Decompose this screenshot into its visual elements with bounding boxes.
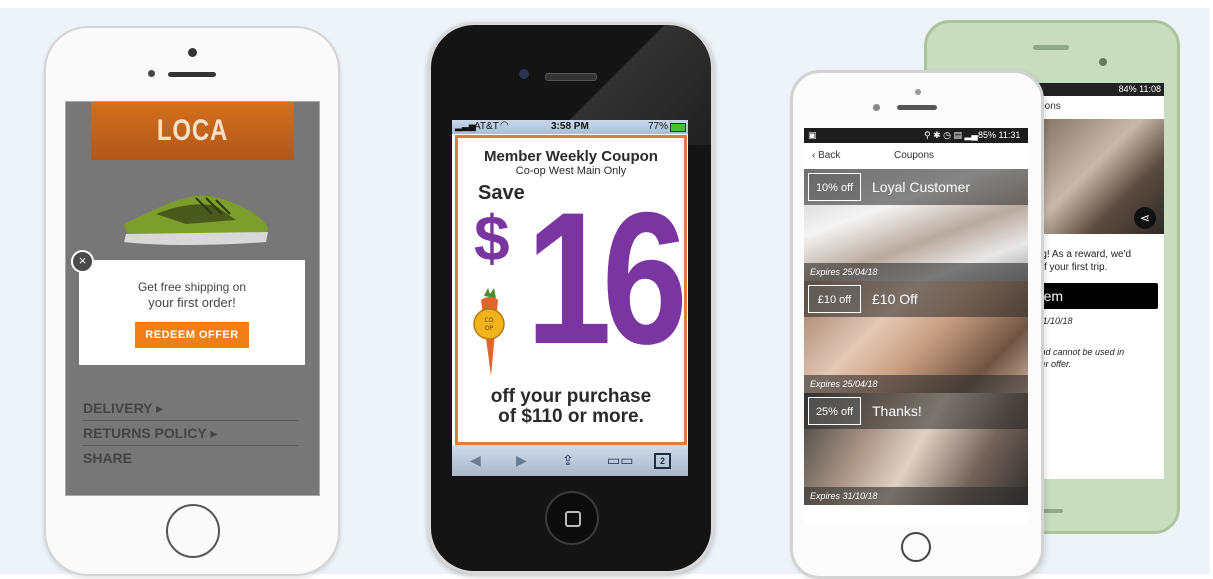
proximity-sensor — [148, 70, 155, 77]
status-bar: ▣ ⚲ ✱ ◷ ▤ ▂▄ 85% 11:31 — [804, 128, 1028, 143]
coupon-title: Member Weekly Coupon — [484, 148, 658, 165]
close-icon[interactable]: × — [71, 250, 94, 273]
phone-1-screen: LOCA Get free shipping on your first ord… — [65, 101, 320, 496]
carrier-label: AT&T — [474, 121, 499, 132]
nav-title: oupons — [1028, 101, 1061, 112]
store-brand-header: LOCA — [91, 102, 294, 160]
coupon-expiry: Expires 31/10/18 — [810, 491, 878, 501]
share-icon[interactable]: ⇪ — [562, 452, 574, 469]
redeem-button[interactable]: deem — [1028, 283, 1158, 309]
coupons-nav-bar: ‹ Back Coupons — [804, 143, 1028, 169]
home-button-square-icon — [565, 511, 581, 527]
member-coupon-card: Member Weekly Coupon Co-op West Main Onl… — [455, 135, 688, 445]
currency-symbol: $ — [474, 202, 510, 274]
battery-percent: 77% — [648, 121, 669, 132]
battery-icon — [670, 123, 686, 132]
menu-item-share[interactable]: SHARE — [83, 446, 299, 470]
wifi-icon: ◠ — [500, 120, 509, 131]
bookmarks-icon[interactable]: ▭▭ — [607, 452, 633, 469]
coupon-expiry: Expires 25/04/18 — [810, 267, 878, 277]
status-battery-time: 85% 11:31 — [978, 130, 1021, 140]
home-button[interactable] — [901, 532, 931, 562]
popup-text-line-2: your first order! — [148, 295, 236, 310]
proximity-sensor — [873, 104, 880, 111]
coupon-title: £10 Off — [872, 291, 918, 307]
forward-arrow-icon[interactable]: ▶ — [516, 452, 527, 469]
coupon-card[interactable]: 10% off Loyal Customer Expires 25/04/18 — [804, 169, 1028, 281]
phone-1-white-iphone: LOCA Get free shipping on your first ord… — [44, 26, 340, 576]
coupon-badge: £10 off — [808, 285, 861, 313]
offer-text-line-1: off your purchase — [490, 386, 652, 407]
front-camera — [188, 48, 197, 57]
notification-icon: ▣ — [808, 130, 817, 140]
coop-carrot-logo: CO OP — [473, 288, 505, 376]
earpiece-speaker — [545, 73, 597, 81]
browser-toolbar: ◀ ▶ ⇪ ▭▭ 2 — [452, 445, 688, 476]
coupon-badge: 10% off — [808, 173, 861, 201]
front-camera — [519, 69, 529, 79]
coupon-badge: 25% off — [808, 397, 861, 425]
front-camera — [1099, 58, 1107, 66]
nav-title: Coupons — [894, 150, 935, 161]
front-camera — [915, 89, 921, 95]
coupon-expiry: Expires 25/04/18 — [810, 379, 878, 389]
popup-text-line-1: Get free shipping on — [137, 280, 247, 294]
offer-text-line-2: of $110 or more. — [498, 406, 644, 427]
signal-icon: ▂▃▅ — [455, 121, 476, 131]
menu-item-delivery[interactable]: DELIVERY ▸ — [83, 396, 299, 421]
home-button[interactable] — [166, 504, 220, 558]
status-bar: ▂▃▅ AT&T ◠ 3:58 PM 77% — [452, 120, 688, 134]
earpiece-speaker — [897, 105, 937, 110]
phone-2-black-iphone: ▂▃▅ AT&T ◠ 3:58 PM 77% Member Weekly Cou… — [428, 22, 714, 574]
status-bar: 84% 11:08 — [1028, 83, 1164, 96]
share-icon[interactable]: ⋖ — [1134, 207, 1156, 229]
menu-item-returns-policy[interactable]: RETURNS POLICY ▸ — [83, 421, 299, 446]
sneaker-image — [124, 195, 268, 245]
phone-3-screen: ▣ ⚲ ✱ ◷ ▤ ▂▄ 85% 11:31 ‹ Back Coupons 10… — [804, 128, 1028, 525]
status-icons: ⚲ ✱ ◷ ▤ ▂▄ — [924, 130, 978, 140]
screenshot-canvas: LOCA Get free shipping on your first ord… — [0, 0, 1213, 579]
svg-text:CO: CO — [485, 317, 494, 324]
phone-3-white-iphone: ▣ ⚲ ✱ ◷ ▤ ▂▄ 85% 11:31 ‹ Back Coupons 10… — [790, 70, 1044, 579]
coupon-card[interactable]: £10 off £10 Off Expires 25/04/18 — [804, 281, 1028, 393]
earpiece-speaker — [1033, 45, 1069, 50]
back-arrow-icon[interactable]: ◀ — [470, 452, 481, 469]
coupon-title: Thanks! — [872, 403, 922, 419]
phone-2-screen: ▂▃▅ AT&T ◠ 3:58 PM 77% Member Weekly Cou… — [452, 120, 688, 476]
free-shipping-popup: Get free shipping on your first order! R… — [79, 260, 305, 365]
discount-amount: 16 — [526, 173, 688, 383]
tabs-icon[interactable]: 2 — [654, 453, 671, 469]
redeem-offer-button[interactable]: REDEEM OFFER — [135, 322, 249, 348]
svg-text:OP: OP — [485, 325, 494, 332]
earpiece-speaker — [168, 72, 216, 77]
back-button[interactable]: ‹ Back — [812, 143, 840, 169]
status-time: 3:58 PM — [551, 121, 589, 132]
phone-4-screen: 84% 11:08 oupons ⋖ ding! As a reward, we… — [1028, 83, 1164, 479]
coupon-title: Loyal Customer — [872, 179, 971, 195]
coupon-card[interactable]: 25% off Thanks! Expires 31/10/18 — [804, 393, 1028, 505]
